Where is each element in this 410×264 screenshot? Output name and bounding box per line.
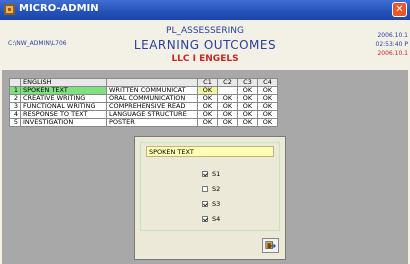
header-line1: PL_ASSESSERING <box>166 26 244 36</box>
status-cell[interactable]: OK <box>217 94 238 103</box>
checkbox-s3[interactable]: S3 <box>202 200 220 209</box>
window-title: MICRO-ADMIN <box>19 3 99 14</box>
outcome-name[interactable]: FUNCTIONAL WRITING <box>20 102 107 111</box>
status-cell[interactable]: OK <box>217 110 238 119</box>
title-bar: MICRO-ADMIN ✕ <box>0 0 410 20</box>
row-number: 2 <box>9 94 21 103</box>
table-row[interactable]: 5 INVESTIGATION POSTER OK OK OK OK <box>9 118 278 127</box>
time-text: 02:53:40 P <box>375 41 408 48</box>
status-cell[interactable]: OK <box>217 102 238 111</box>
outcome-description[interactable]: LANGUAGE STRUCTURE <box>106 110 198 119</box>
status-cell[interactable]: OK <box>217 118 238 127</box>
outcome-name[interactable]: RESPONSE TO TEXT <box>20 110 107 119</box>
status-cell[interactable]: OK <box>237 110 258 119</box>
header-cell <box>106 78 198 87</box>
checkbox-label: S1 <box>212 170 221 178</box>
status-cell[interactable]: OK <box>257 118 278 127</box>
exit-icon <box>265 241 277 249</box>
checkbox-box <box>202 186 208 192</box>
close-icon: ✕ <box>395 4 404 15</box>
column-header: C3 <box>237 78 258 87</box>
row-number: 1 <box>9 86 21 95</box>
checkbox-s1[interactable]: S1 <box>202 170 220 179</box>
table-row[interactable]: 4 RESPONSE TO TEXT LANGUAGE STRUCTURE OK… <box>9 110 278 119</box>
outcome-name[interactable]: SPOKEN TEXT <box>20 86 107 95</box>
outcome-name[interactable]: INVESTIGATION <box>20 118 107 127</box>
status-cell[interactable]: OK <box>197 102 218 111</box>
status-cell[interactable]: OK <box>237 94 258 103</box>
checkbox-label: S4 <box>212 215 221 223</box>
status-cell[interactable]: OK <box>257 86 278 95</box>
header: C:\NW_ADMIN\L706 PL_ASSESSERING LEARNING… <box>0 20 410 70</box>
table-row[interactable]: 3 FUNCTIONAL WRITING COMPREHENSIVE READ … <box>9 102 278 111</box>
subject-header: ENGLISH <box>20 78 107 87</box>
checkbox-box <box>202 216 208 222</box>
table-row[interactable]: 2 CREATIVE WRITING ORAL COMMUNICATION OK… <box>9 94 278 103</box>
row-number: 3 <box>9 102 21 111</box>
select-dialog: SPOKEN TEXT S1 S2 S3 S4 <box>134 136 286 260</box>
status-cell[interactable]: OK <box>237 86 258 95</box>
outcome-field[interactable]: SPOKEN TEXT <box>146 146 274 157</box>
app-icon <box>4 4 15 15</box>
status-cell[interactable] <box>217 86 238 95</box>
checkbox-label: S2 <box>212 185 221 193</box>
dialog-frame: SPOKEN TEXT S1 S2 S3 S4 <box>140 142 280 231</box>
date-text-2: 2006.10.1 <box>377 50 408 57</box>
status-cell[interactable]: OK <box>257 110 278 119</box>
checkbox-label: S3 <box>212 200 221 208</box>
checkbox-box <box>202 171 208 177</box>
status-cell[interactable]: OK <box>257 94 278 103</box>
row-number: 4 <box>9 110 21 119</box>
row-number: 5 <box>9 118 21 127</box>
outcome-description[interactable]: COMPREHENSIVE READ <box>106 102 198 111</box>
close-button[interactable]: ✕ <box>392 2 407 17</box>
status-cell[interactable]: OK <box>237 102 258 111</box>
header-line2: LEARNING OUTCOMES <box>133 38 277 52</box>
header-line3: LLC I ENGELS <box>171 54 239 64</box>
status-cell[interactable]: OK <box>257 102 278 111</box>
column-header: C4 <box>257 78 278 87</box>
status-cell[interactable]: OK <box>197 118 218 127</box>
checkbox-s2[interactable]: S2 <box>202 185 220 194</box>
status-cell[interactable]: OK <box>197 94 218 103</box>
column-header: C2 <box>217 78 238 87</box>
date-text: 2006.10.1 <box>377 32 408 39</box>
exit-button[interactable] <box>262 238 279 253</box>
main-panel: ENGLISH C1 C2 C3 C4 1 SPOKEN TEXT WRITTE… <box>2 70 408 264</box>
table-row[interactable]: 1 SPOKEN TEXT WRITTEN COMMUNICAT OK OK O… <box>9 86 278 95</box>
outcome-name[interactable]: CREATIVE WRITING <box>20 94 107 103</box>
checkbox-s4[interactable]: S4 <box>202 215 220 224</box>
status-cell[interactable]: OK <box>237 118 258 127</box>
status-cell[interactable]: OK <box>197 86 218 95</box>
status-cell[interactable]: OK <box>197 110 218 119</box>
outcomes-grid: ENGLISH C1 C2 C3 C4 1 SPOKEN TEXT WRITTE… <box>9 78 278 127</box>
outcome-description[interactable]: POSTER <box>106 118 198 127</box>
header-cell <box>9 78 21 87</box>
checkbox-box <box>202 201 208 207</box>
outcome-description[interactable]: WRITTEN COMMUNICAT <box>106 86 198 95</box>
outcome-description[interactable]: ORAL COMMUNICATION <box>106 94 198 103</box>
grid-header-row: ENGLISH C1 C2 C3 C4 <box>9 78 278 87</box>
column-header: C1 <box>197 78 218 87</box>
